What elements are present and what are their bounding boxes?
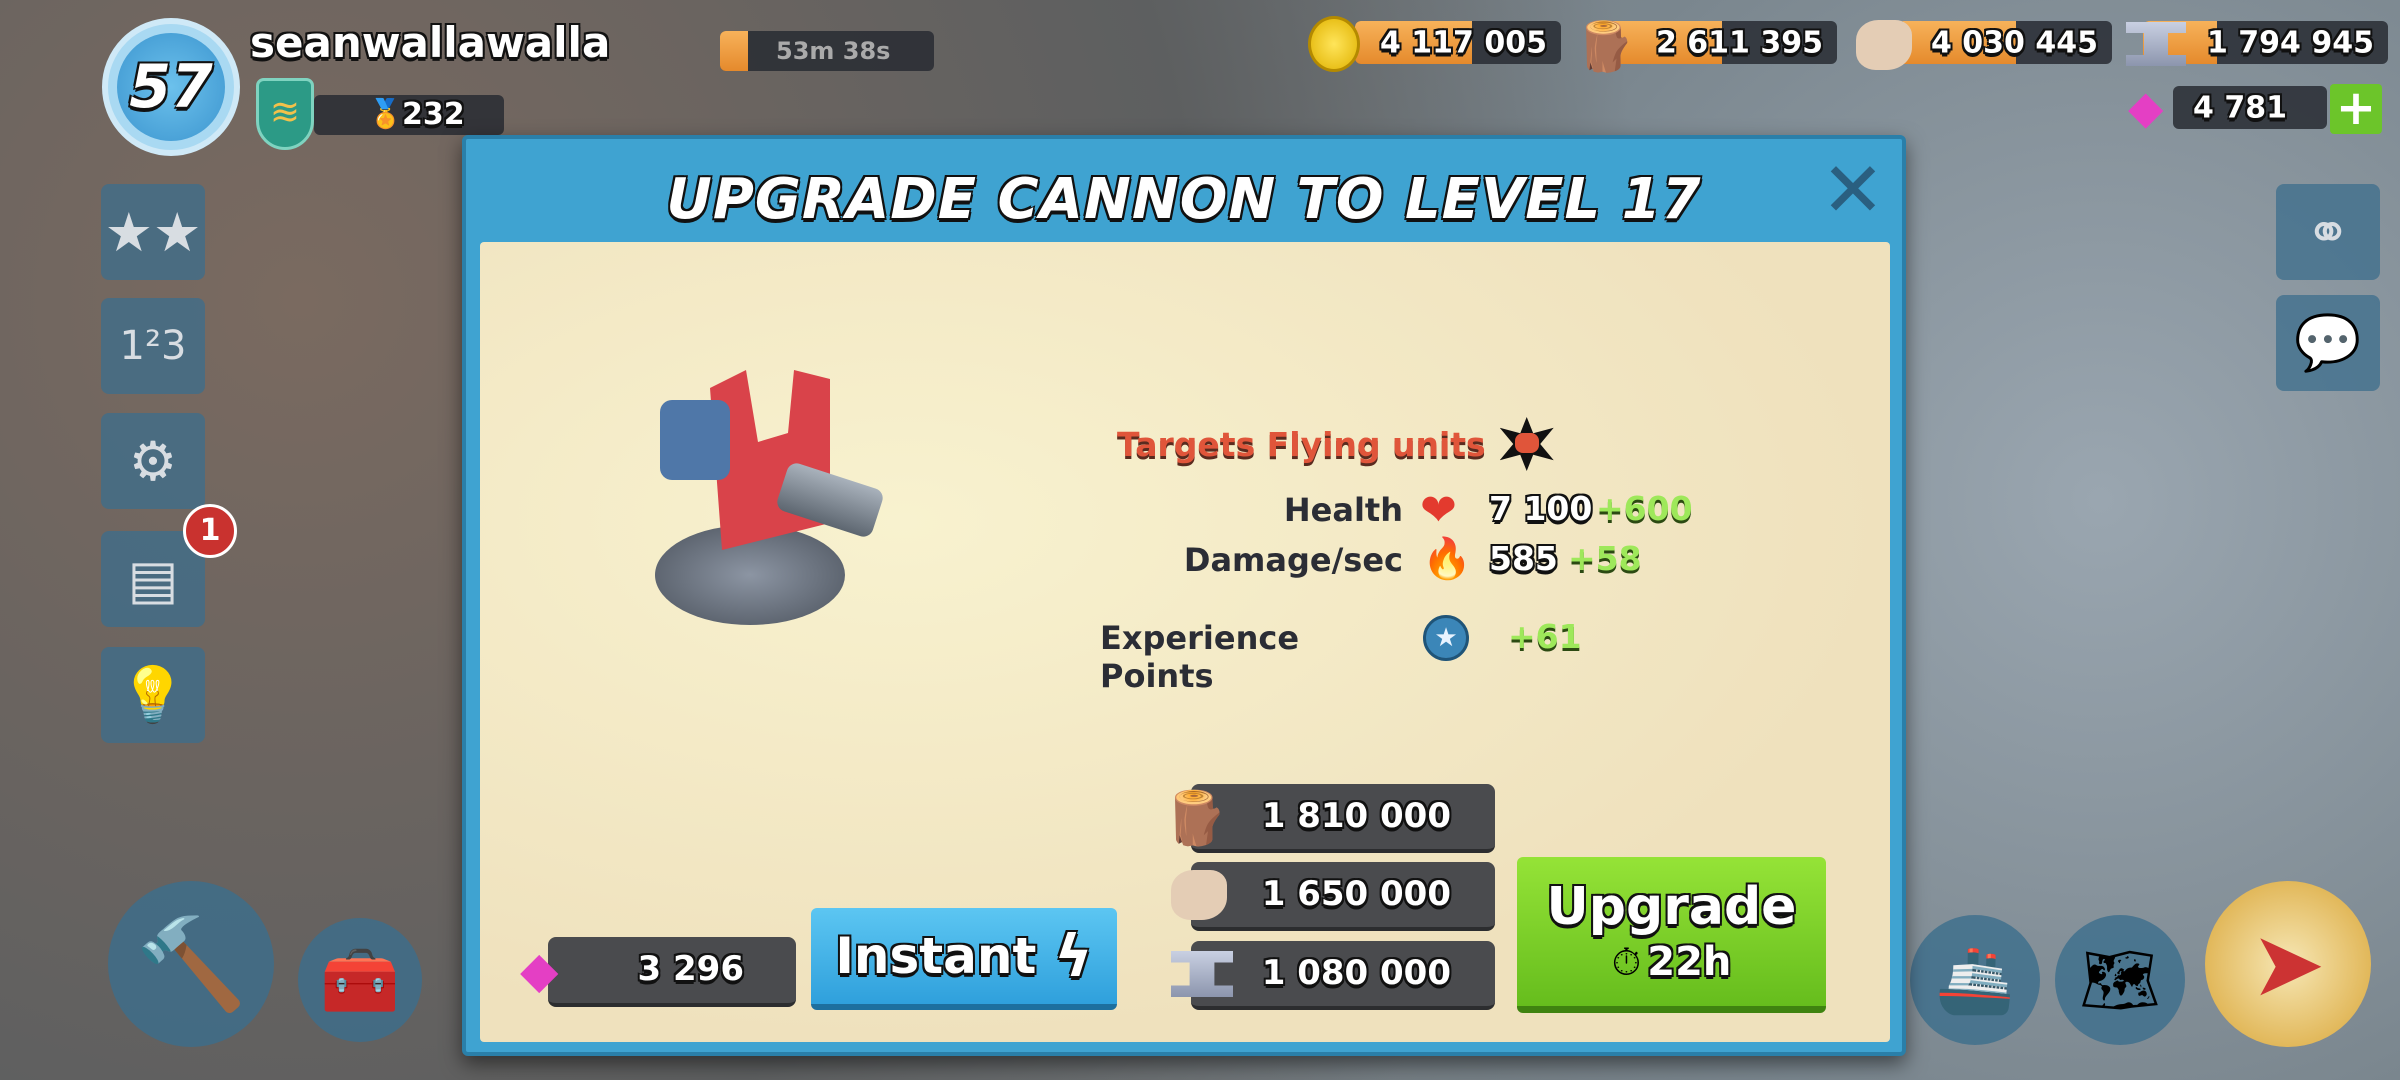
cost-wood: 🪵 1 810 000	[1163, 784, 1495, 853]
build-hammer-button[interactable]: 🔨	[108, 881, 274, 1047]
notification-count: 1	[199, 513, 221, 548]
wood-bar[interactable]: 2 611 395	[1607, 21, 1837, 64]
hammer-icon: 🔨	[134, 911, 248, 1017]
chat-button[interactable]: 💬	[2276, 295, 2380, 391]
instant-gem-cost: ◆ 3 296	[520, 937, 796, 1007]
rank-shield-icon[interactable]: ≋	[256, 78, 314, 150]
experience-bonus: +61	[1508, 617, 1582, 656]
tips-button[interactable]: 💡	[101, 647, 205, 743]
stone-bar[interactable]: 4 030 445	[1898, 21, 2112, 64]
level-badge[interactable]: 57	[102, 18, 240, 156]
treasure-chest-button[interactable]: 🧰	[298, 918, 422, 1042]
stone-icon	[1856, 20, 1912, 70]
group-icon: ⚭	[2305, 200, 2351, 264]
compass-button[interactable]: ➤	[2205, 881, 2371, 1047]
stat-damage: Damage/sec 🔥 585 +58	[1100, 536, 1700, 587]
gem-icon: ◆	[2128, 80, 2164, 134]
boat-icon: 🚢	[1935, 943, 2015, 1018]
cost-stone-value: 1 650 000	[1261, 874, 1451, 914]
cost-iron-value: 1 080 000	[1261, 953, 1451, 993]
cost-wood-value: 1 810 000	[1261, 796, 1451, 836]
wood-icon: 🪵	[1575, 19, 1635, 75]
gold-coin-icon	[1308, 16, 1360, 72]
boat-button[interactable]: 🚢	[1910, 915, 2040, 1045]
gem-bar[interactable]: 4 781	[2173, 86, 2327, 129]
experience-label: Experience Points	[1100, 619, 1300, 695]
damage-value: 585	[1489, 539, 1558, 578]
fire-icon: 🔥	[1422, 536, 1472, 582]
chest-icon: 🧰	[320, 943, 400, 1018]
health-value: 7 100	[1489, 489, 1593, 528]
dialog-title: UPGRADE CANNON TO LEVEL 17	[666, 167, 1702, 232]
task-force-button[interactable]: ⚭	[2276, 184, 2380, 280]
medal-bar[interactable]: 🏅 232	[314, 95, 504, 135]
targets-flying-info: Targets Flying units	[1117, 417, 1554, 471]
lightbulb-icon: 💡	[119, 663, 187, 726]
upgrade-time: 22h	[1647, 939, 1732, 985]
compass-icon: ➤	[2250, 911, 2326, 1017]
cost-stone: 1 650 000	[1171, 862, 1495, 931]
helicopter-target-icon	[1499, 417, 1554, 471]
health-label: Health	[1283, 491, 1403, 529]
damage-label: Damage/sec	[1183, 541, 1403, 579]
upgrade-button[interactable]: Upgrade ⏱ 22h	[1517, 857, 1826, 1013]
player-name: seanwallawalla	[250, 18, 611, 67]
buy-gems-plus-button[interactable]: +	[2330, 84, 2382, 134]
upgrade-label: Upgrade	[1546, 877, 1797, 937]
leaderboard-stars-button[interactable]: ★★	[101, 184, 205, 280]
level-number: 57	[129, 52, 213, 122]
medal-icon: 🏅	[368, 97, 403, 130]
stone-icon	[1171, 870, 1227, 920]
stone-amount: 4 030 445	[1930, 25, 2098, 60]
wood-amount: 2 611 395	[1655, 25, 1823, 60]
close-button[interactable]: ✕	[1818, 152, 1888, 228]
iron-amount: 1 794 945	[2206, 25, 2374, 60]
gold-bar[interactable]: 4 117 005	[1355, 21, 1561, 64]
cost-iron: 1 080 000	[1171, 941, 1495, 1010]
settings-button[interactable]: ⚙	[101, 413, 205, 509]
medal-count: 232	[402, 97, 465, 132]
instant-button[interactable]: Instant ϟ	[811, 908, 1117, 1010]
gold-amount: 4 117 005	[1379, 25, 1547, 60]
builder-timer[interactable]: 53m 38s	[720, 31, 934, 71]
newspaper-icon: ▤	[127, 547, 179, 611]
damage-bonus: +58	[1568, 539, 1642, 578]
gear-icon: ⚙	[128, 429, 178, 493]
lightning-icon: ϟ	[1054, 922, 1093, 990]
health-bonus: +600	[1596, 489, 1693, 528]
heart-icon: ❤	[1420, 485, 1457, 536]
instant-label: Instant	[835, 927, 1037, 985]
cannon-image	[640, 350, 890, 640]
timer-text: 53m 38s	[776, 37, 891, 65]
rankings-button[interactable]: 1²3	[101, 298, 205, 394]
stopwatch-icon: ⏱	[1611, 939, 1642, 984]
stat-experience: Experience Points ★ +61	[1100, 615, 1700, 695]
instant-cost-value: 3 296	[637, 949, 744, 989]
gem-icon: ◆	[520, 941, 559, 999]
gem-amount: 4 781	[2193, 90, 2287, 125]
map-button[interactable]: 🗺	[2055, 915, 2185, 1045]
targets-text: Targets Flying units	[1117, 424, 1486, 464]
stat-health: Health ❤ 7 100 +600	[1100, 485, 1700, 537]
chat-bubble-icon: 💬	[2294, 311, 2362, 374]
wood-icon: 🪵	[1163, 789, 1228, 849]
map-icon: 🗺	[2079, 943, 2161, 1018]
xp-star-icon: ★	[1423, 615, 1469, 661]
notification-badge: 1	[183, 504, 237, 558]
